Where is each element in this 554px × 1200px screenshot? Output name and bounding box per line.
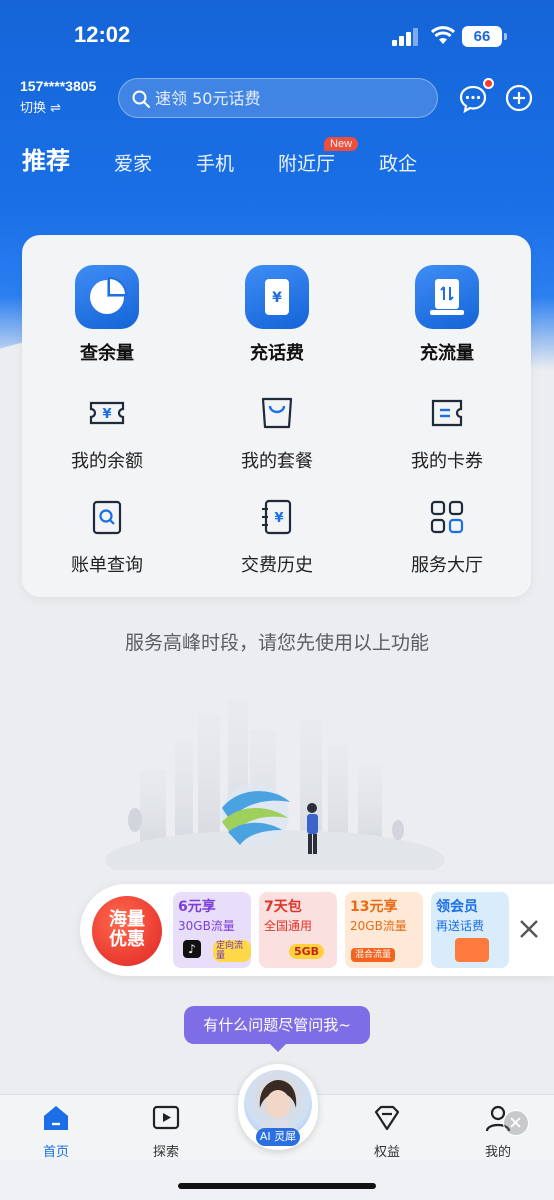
promo-card-sub: 20GB流量 [350,919,407,933]
promo-logo[interactable]: 海量 优惠 [92,896,162,966]
svg-text:¥: ¥ [272,290,282,306]
tab-enterprise[interactable]: 政企 [379,149,417,176]
nav-label: 我的 [484,1145,511,1160]
ai-label: AI 灵犀 [256,1128,300,1146]
home-icon [44,1106,68,1130]
promo-card-3[interactable]: 13元享 20GB流量 混合流量 [345,892,423,968]
payment-history-icon: ¥ [262,499,292,535]
tab-nearby-hall[interactable]: 附近厅 New [278,137,359,176]
svg-text:¥: ¥ [102,407,111,422]
service-hall[interactable]: 服务大厅 [372,497,522,577]
tab-nearby-hall-label: 附近厅 [278,153,336,175]
cellular-signal-icon [392,28,420,46]
wifi-icon [430,26,456,44]
nav-label: 权益 [373,1145,400,1160]
service-payment-history[interactable]: ¥ 交费历史 [202,497,352,577]
tab-recommend[interactable]: 推荐 [22,141,70,176]
video-play-icon [152,1105,180,1130]
service-recharge-data[interactable]: 充流量 [372,265,522,365]
service-check-balance[interactable]: 查余量 [32,265,182,365]
service-label: 服务大厅 [411,555,483,576]
diamond-icon [374,1105,400,1131]
promo-card-tag: 混合流量 [351,948,396,962]
nav-benefits[interactable]: 权益 [347,1103,427,1160]
yuan-phone-icon: ¥ [245,265,309,329]
service-bill-query[interactable]: 账单查询 [32,497,182,577]
add-icon[interactable] [505,84,533,112]
service-label: 账单查询 [71,555,143,576]
promo-card-tag: 5GB [289,944,325,959]
promo-card-title: 6元享 [178,899,216,915]
service-my-coupons[interactable]: 我的卡券 [372,393,522,473]
ai-assistant-button[interactable]: AI 灵犀 [238,1064,318,1150]
service-label: 我的余额 [71,451,143,472]
service-recharge-fee[interactable]: ¥ 充话费 [202,265,352,365]
service-my-plan[interactable]: 我的套餐 [202,393,352,473]
promo-card-sub: 30GB流量 [178,919,235,933]
service-label: 充话费 [250,343,304,364]
service-label: 我的卡券 [411,451,483,472]
search-bar[interactable] [118,78,438,118]
bag-icon [261,397,293,429]
nav-home[interactable]: 首页 [16,1103,96,1160]
account-switcher[interactable]: 157****3805 切换 ⇌ [20,78,96,116]
promo-card-tag: 定向流量 [213,940,251,962]
service-label: 查余量 [80,343,134,364]
promo-logo-line-1: 海量 [109,909,145,930]
search-icon [132,90,150,108]
status-bar: 12:02 66 [0,0,554,74]
promo-card-1[interactable]: 6元享 30GB流量 定向流量 ♪ [173,892,251,968]
close-icon[interactable] [518,918,540,940]
promo-card-title: 领会员 [436,899,478,915]
close-float-icon[interactable] [503,1110,529,1136]
promo-card-title: 13元享 [350,899,398,915]
bill-search-icon [92,500,122,535]
tab-phone[interactable]: 手机 [196,149,234,176]
promo-card-sub: 再送话费 [436,919,485,933]
promo-card-4[interactable]: 领会员 再送话费 [431,892,509,968]
promo-card-2[interactable]: 7天包 全国通用 5GB [259,892,337,968]
tab-home[interactable]: 爱家 [114,149,152,176]
new-badge: New [324,137,359,151]
service-label: 充流量 [420,343,474,364]
battery-icon: 66 [462,26,507,47]
nav-explore[interactable]: 探索 [126,1103,206,1160]
service-my-balance[interactable]: ¥ 我的余额 [32,393,182,473]
service-label: 我的套餐 [241,451,313,472]
promo-card-title: 7天包 [264,899,302,915]
search-input[interactable] [155,79,425,117]
promo-logo-line-2: 优惠 [109,929,145,950]
coupon-icon [431,399,463,427]
status-time: 12:02 [74,22,131,47]
nav-label: 探索 [152,1145,179,1160]
ai-prompt-bubble[interactable]: 有什么问题尽管问我~ [184,1006,370,1052]
promo-strip: 海量 优惠 6元享 30GB流量 定向流量 ♪ 7天包 全国通用 5GB 13元… [80,884,554,976]
message-icon[interactable] [458,84,488,114]
category-tabs: 推荐 爱家 手机 附近厅 New 政企 [22,136,461,176]
service-label: 交费历史 [241,555,313,576]
services-card: 查余量 ¥ 充话费 充流量 ¥ 我的余额 我的套餐 我的卡券 账单查询 ¥ 交费… [22,235,531,597]
gift-box-icon [455,938,489,962]
promo-card-sub: 全国通用 [264,919,313,933]
nav-label: 首页 [42,1145,69,1160]
tiktok-icon: ♪ [183,940,201,958]
phone-number: 157****3805 [20,78,97,94]
grid-icon [430,500,464,534]
home-indicator[interactable] [178,1183,376,1189]
peak-notice: 服务高峰时段，请您先使用以上功能 [124,632,429,654]
home-indicator-area [0,1160,554,1200]
switch-account-label: 切换 ⇌ [20,101,62,116]
city-illustration [105,700,445,870]
data-transfer-icon [415,265,479,329]
notification-dot [483,78,494,89]
pie-chart-icon [75,265,139,329]
svg-text:¥: ¥ [274,511,283,526]
yuan-ticket-icon: ¥ [89,401,125,425]
